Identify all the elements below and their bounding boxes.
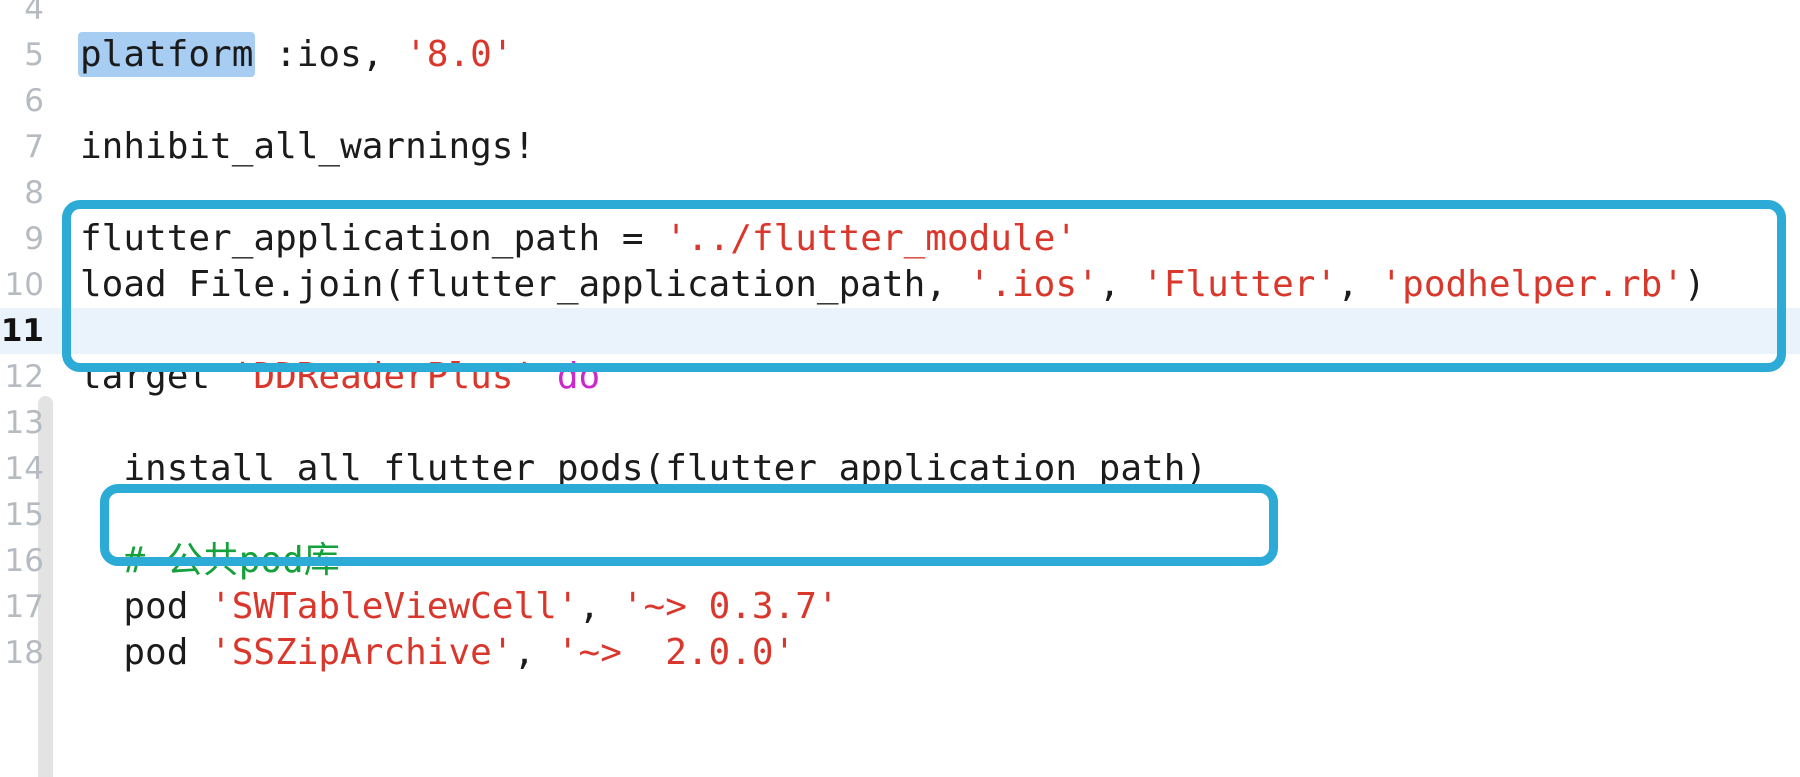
code-editor-screenshot: 4 5 platform :ios, '8.0' 6 7 inhibit_all_warn…: [0, 0, 1800, 777]
code-token: target: [80, 356, 232, 397]
code-token: ,: [513, 632, 557, 673]
highlighted-word: platform: [78, 32, 256, 77]
editor-line-7[interactable]: 7 inhibit_all_warnings!: [0, 124, 1800, 170]
code-token: install_all_flutter_pods(flutter_applica…: [80, 448, 1208, 489]
code-token: ): [1683, 264, 1706, 305]
code-token: load File.join(flutter_application_path,: [80, 264, 969, 305]
editor-line-6[interactable]: 6: [0, 78, 1800, 124]
line-content-18[interactable]: pod 'SSZipArchive', '~> 2.0.0': [80, 630, 795, 676]
string-token: 'Flutter': [1142, 264, 1338, 305]
line-content-17[interactable]: pod 'SWTableViewCell', '~> 0.3.7': [80, 584, 839, 630]
string-token: 'SSZipArchive': [210, 632, 514, 673]
line-number-16: 16: [4, 543, 44, 579]
line-number-8: 8: [24, 175, 44, 211]
string-token: '.ios': [968, 264, 1099, 305]
line-number-18: 18: [4, 635, 44, 671]
comment-token: # 公共pod库: [80, 540, 340, 581]
code-token: flutter_application_path =: [80, 218, 666, 259]
line-content-5[interactable]: platform :ios, '8.0': [78, 32, 514, 78]
editor-line-15[interactable]: 15: [0, 492, 1800, 538]
string-token: '~> 0.3.7': [621, 586, 839, 627]
line-number-12: 12: [4, 359, 44, 395]
line-content-9[interactable]: flutter_application_path = '../flutter_m…: [80, 216, 1077, 262]
editor-line-12[interactable]: 12 target 'DDReaderPlus' do: [0, 354, 1800, 400]
editor-line-4[interactable]: 4: [0, 0, 1800, 32]
line-content-14[interactable]: install_all_flutter_pods(flutter_applica…: [80, 446, 1207, 492]
string-token: '../flutter_module': [665, 218, 1078, 259]
line-number-10: 10: [4, 267, 44, 303]
editor-line-10[interactable]: 10 load File.join(flutter_application_pat…: [0, 262, 1800, 308]
code-token: inhibit_all_warnings!: [80, 126, 536, 167]
editor-line-13[interactable]: 13: [0, 400, 1800, 446]
line-number-5: 5: [24, 37, 44, 73]
line-number-13: 13: [4, 405, 44, 441]
line-number-17: 17: [4, 589, 44, 625]
line-content-7[interactable]: inhibit_all_warnings!: [80, 124, 535, 170]
code-token: pod: [80, 586, 211, 627]
editor-line-18[interactable]: 18 pod 'SSZipArchive', '~> 2.0.0': [0, 630, 1800, 676]
line-number-9: 9: [24, 221, 44, 257]
string-token: 'DDReaderPlus': [231, 356, 536, 397]
code-token: ,: [1098, 264, 1143, 305]
line-content-16[interactable]: # 公共pod库: [80, 538, 340, 584]
string-token: 'SWTableViewCell': [210, 586, 579, 627]
line-number-15: 15: [4, 497, 44, 533]
code-token: ,: [578, 586, 622, 627]
line-number-7: 7: [24, 129, 44, 165]
editor-line-5[interactable]: 5 platform :ios, '8.0': [0, 32, 1800, 78]
editor-line-17[interactable]: 17 pod 'SWTableViewCell', '~> 0.3.7': [0, 584, 1800, 630]
line-number-14: 14: [4, 451, 44, 487]
editor-line-9[interactable]: 9 flutter_application_path = '../flutter_…: [0, 216, 1800, 262]
editor-line-11[interactable]: 11: [0, 308, 1800, 354]
line-content-10[interactable]: load File.join(flutter_application_path,…: [80, 262, 1706, 308]
line-number-11: 11: [0, 313, 44, 349]
editor-line-16[interactable]: 16 # 公共pod库: [0, 538, 1800, 584]
editor-line-14[interactable]: 14 install_all_flutter_pods(flutter_appl…: [0, 446, 1800, 492]
string-token: 'podhelper.rb': [1380, 264, 1684, 305]
string-token: '~> 2.0.0': [556, 632, 796, 673]
code-token: ,: [1337, 264, 1381, 305]
code-token: pod: [80, 632, 211, 673]
line-number-4: 4: [24, 0, 44, 27]
code-token: :ios,: [253, 34, 406, 75]
editor-line-8[interactable]: 8: [0, 170, 1800, 216]
line-number-6: 6: [24, 83, 44, 119]
string-token: '8.0': [405, 34, 514, 75]
line-content-12[interactable]: target 'DDReaderPlus' do: [80, 354, 600, 400]
keyword-token: do: [556, 356, 601, 397]
